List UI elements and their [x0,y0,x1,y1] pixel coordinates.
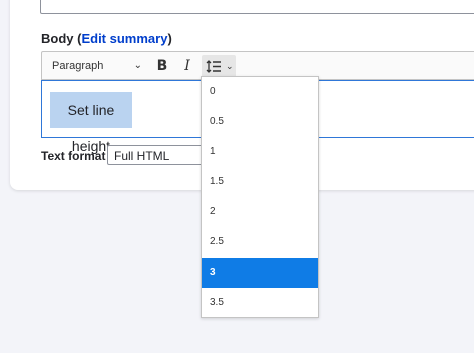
body-field-label: Body (Edit summary) [41,31,172,46]
chevron-down-icon: ⌄ [226,61,234,71]
bold-button[interactable]: B [150,55,174,78]
edit-summary-link[interactable]: Edit summary [81,31,167,46]
line-height-button[interactable]: ⌄ [202,55,236,78]
line-height-option[interactable]: 3.5 [202,288,318,318]
chevron-down-icon: ⌄ [133,60,142,71]
text-format-label: Text format [41,149,106,163]
title-field[interactable] [40,0,474,14]
line-height-option-active[interactable]: 3 [202,258,318,288]
line-height-option[interactable]: 2.5 [202,227,318,257]
heading-dropdown[interactable]: Paragraph ⌄ [46,55,146,77]
italic-button[interactable]: I [175,55,199,78]
line-height-option[interactable]: 2 [202,197,318,227]
text-format-select[interactable]: Full HTML [107,145,207,165]
line-height-option[interactable]: 0 [202,77,318,107]
line-height-dropdown: 0 0.5 1 1.5 2 2.5 3 3.5 [201,76,319,318]
line-height-option[interactable]: 1.5 [202,167,318,197]
line-height-icon [206,60,221,73]
line-height-option[interactable]: 0.5 [202,107,318,137]
line-height-option[interactable]: 1 [202,137,318,167]
selected-text[interactable]: Set line height [50,92,132,154]
